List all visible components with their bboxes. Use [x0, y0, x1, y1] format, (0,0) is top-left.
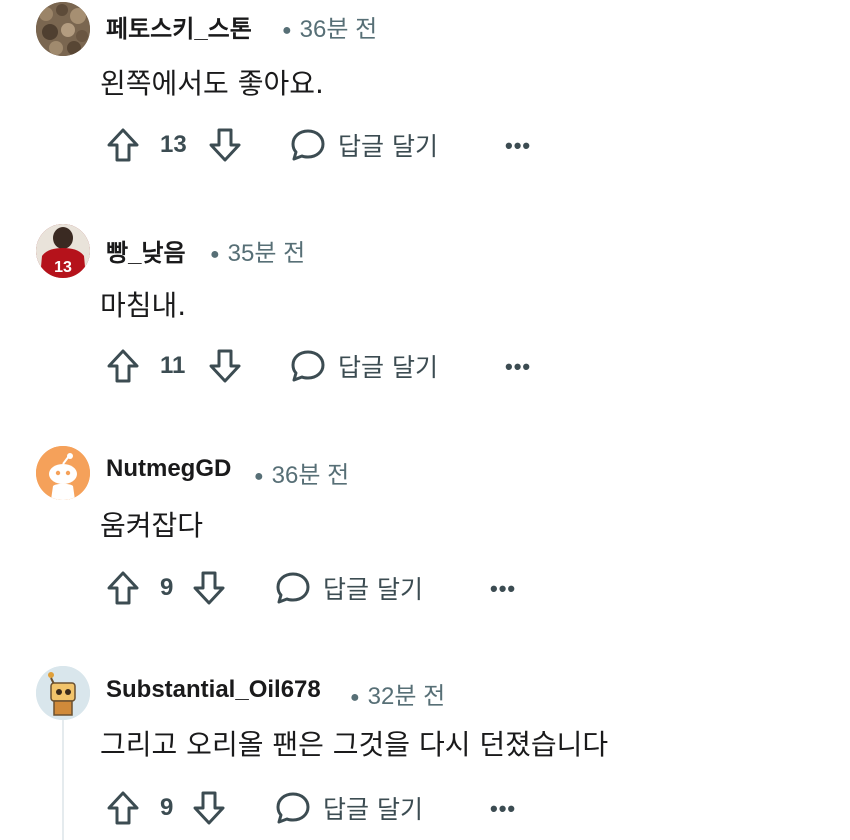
username[interactable]: 페토스키_스톤: [106, 9, 252, 44]
downvote-arrow-icon: [209, 128, 241, 162]
comment-body: 마침내.: [100, 289, 187, 322]
robot-avatar-icon: [36, 666, 90, 720]
username[interactable]: 빵_낮음: [106, 233, 186, 268]
avatar[interactable]: [36, 666, 90, 720]
avatar[interactable]: [36, 446, 90, 500]
speech-bubble-icon: [276, 572, 310, 604]
upvote-arrow-icon: [107, 128, 139, 162]
speech-bubble-icon: [291, 129, 325, 161]
football-player-avatar-icon: 13: [36, 224, 90, 278]
stone-avatar-icon: [36, 2, 90, 56]
username[interactable]: NutmegGD: [106, 455, 231, 483]
downvote-arrow-icon: [193, 791, 225, 825]
upvote-button[interactable]: [106, 348, 140, 384]
time-label: 35분 전: [227, 240, 306, 267]
vote-count: 11: [160, 352, 186, 379]
downvote-button[interactable]: [192, 570, 226, 606]
reply-label: 답글 달기: [323, 795, 423, 824]
comment: 페토스키_스톤 ● 36분 전 왼쪽에서도 좋아요. 13 답글 달기 •••: [0, 0, 850, 210]
time-label: 32분 전: [367, 683, 446, 710]
comment-body: 그리고 오리올 팬은 그것을 다시 던졌습니다: [100, 728, 609, 761]
downvote-button[interactable]: [208, 127, 242, 163]
downvote-button[interactable]: [192, 790, 226, 826]
username[interactable]: Substantial_Oil678: [106, 676, 321, 704]
comment-time: ● 36분 전: [254, 462, 350, 489]
avatar[interactable]: [36, 2, 90, 56]
upvote-button[interactable]: [106, 127, 140, 163]
time-label: 36분 전: [299, 16, 378, 43]
upvote-button[interactable]: [106, 570, 140, 606]
reply-label: 답글 달기: [338, 132, 438, 161]
comment-body: 움켜잡다: [100, 509, 204, 542]
speech-bubble-icon: [291, 350, 325, 382]
downvote-arrow-icon: [209, 349, 241, 383]
upvote-arrow-icon: [107, 349, 139, 383]
more-options-button[interactable]: •••: [505, 354, 531, 380]
reply-label: 답글 달기: [323, 575, 423, 604]
downvote-button[interactable]: [208, 348, 242, 384]
comment: 13 빵_낮음 ● 35분 전 마침내. 11 답글 달기 •••: [0, 220, 850, 430]
reply-button[interactable]: 답글 달기: [290, 348, 438, 384]
downvote-arrow-icon: [193, 571, 225, 605]
upvote-arrow-icon: [107, 571, 139, 605]
reply-button[interactable]: 답글 달기: [275, 570, 423, 606]
comment-time: ● 32분 전: [350, 683, 446, 710]
comment-time: ● 36분 전: [282, 16, 378, 43]
svg-text:13: 13: [54, 259, 72, 276]
reply-button[interactable]: 답글 달기: [275, 790, 423, 826]
comment: Substantial_Oil678 ● 32분 전 그리고 오리올 팬은 그것을…: [0, 660, 850, 840]
vote-count: 9: [160, 794, 174, 821]
reply-label: 답글 달기: [338, 353, 438, 382]
snoo-avatar-icon: [36, 446, 90, 500]
more-options-button[interactable]: •••: [490, 796, 516, 822]
more-options-button[interactable]: •••: [505, 133, 531, 159]
comment-body: 왼쪽에서도 좋아요.: [100, 67, 324, 100]
avatar[interactable]: 13: [36, 224, 90, 278]
vote-count: 9: [160, 574, 174, 601]
vote-count: 13: [160, 131, 187, 158]
speech-bubble-icon: [276, 792, 310, 824]
upvote-arrow-icon: [107, 791, 139, 825]
more-options-button[interactable]: •••: [490, 576, 516, 602]
upvote-button[interactable]: [106, 790, 140, 826]
comment-time: ● 35분 전: [210, 240, 306, 267]
reply-button[interactable]: 답글 달기: [290, 127, 438, 163]
time-label: 36분 전: [271, 462, 350, 489]
comment: NutmegGD ● 36분 전 움켜잡다 9 답글 달기 •••: [0, 440, 850, 650]
